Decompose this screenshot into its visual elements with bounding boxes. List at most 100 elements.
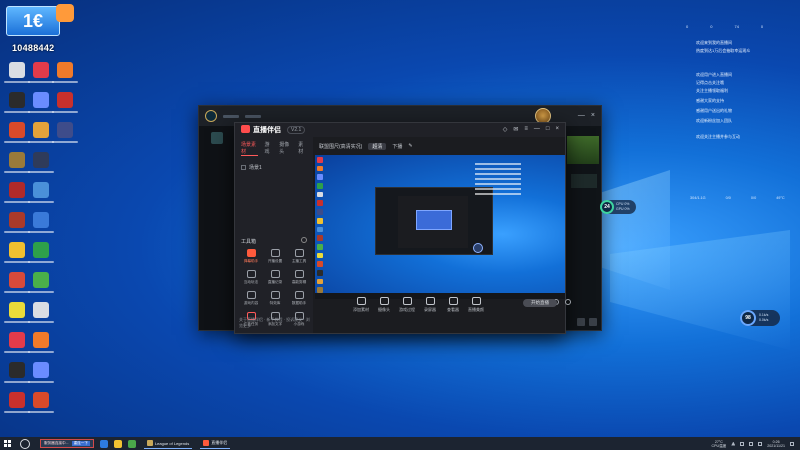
taskbar-app-stream[interactable]: 直播伴侣 [200, 438, 231, 449]
desktop-app-icon[interactable] [28, 212, 54, 236]
tray-temperature[interactable]: 27°C CPU温度 [711, 440, 726, 448]
bottom-icon[interactable] [577, 318, 585, 326]
action-button[interactable]: 录屏器 [422, 297, 438, 313]
network-gauge[interactable]: 98 0.1k/s 0.0k/s [740, 310, 780, 326]
gear-icon[interactable] [301, 237, 307, 243]
taskbar-app-lol[interactable]: League of Legends [143, 438, 193, 449]
desktop-app-icon[interactable] [28, 92, 54, 116]
minimize-icon[interactable]: — [534, 126, 540, 133]
scene-checkbox[interactable] [241, 165, 246, 170]
desktop-app-icon[interactable] [52, 62, 78, 86]
maximize-icon[interactable]: □ [546, 126, 550, 133]
minimize-icon[interactable]: — [578, 112, 585, 119]
toolbox-item[interactable]: 主播工具 [287, 249, 311, 264]
desktop-app-icon[interactable] [4, 362, 30, 386]
tray-expand-icon[interactable] [731, 441, 736, 446]
desktop-app-icon[interactable] [4, 182, 30, 206]
toolbox-item[interactable]: 直播记录 [263, 270, 287, 285]
map-thumbnail[interactable] [567, 136, 599, 164]
desktop-app-icon[interactable] [28, 242, 54, 266]
notification-icon[interactable] [790, 441, 794, 446]
stream-preview[interactable] [315, 155, 565, 299]
desktop-app-icon[interactable] [28, 332, 54, 356]
stop-stream-link[interactable]: 下播 [392, 143, 402, 150]
toolbox-item[interactable]: 弹幕助手 [239, 249, 263, 264]
desktop-app-icon[interactable] [4, 212, 30, 236]
desktop-app-icon[interactable] [28, 62, 54, 86]
toolbox-item[interactable]: 互动玩法 [239, 270, 263, 285]
tab-material[interactable]: 素材 [298, 141, 307, 156]
close-icon[interactable]: × [591, 112, 595, 119]
toolbox-item[interactable]: 开播设置 [263, 249, 287, 264]
settings-icon[interactable] [565, 299, 571, 305]
desktop-app-icon[interactable] [4, 332, 30, 356]
scene-label: 场景1 [249, 165, 262, 171]
network-icon[interactable] [740, 441, 745, 446]
desktop-app-icon[interactable] [28, 392, 54, 416]
chrome-icon[interactable] [127, 439, 136, 448]
desktop-app-icon[interactable] [4, 152, 30, 176]
tab-game[interactable]: 游戏 [264, 141, 273, 156]
desktop-app-icon[interactable] [4, 242, 30, 266]
scene-item[interactable]: 场景1 [241, 164, 307, 171]
network-gauge-text: 0.1k/s 0.0k/s [759, 313, 768, 323]
rail-icon[interactable] [211, 132, 223, 144]
chat-panel[interactable] [571, 174, 597, 188]
desktop-app-icon[interactable] [4, 62, 30, 86]
desktop-app-icon[interactable] [4, 392, 30, 416]
desktop-app-icon[interactable] [28, 152, 54, 176]
toolbox-item[interactable]: 数据助手 [287, 291, 311, 306]
toolbox-item[interactable]: 特效库 [263, 291, 287, 306]
tab-camera[interactable]: 摄像头 [279, 141, 292, 156]
edit-icon[interactable]: ✎ [408, 143, 412, 149]
quality-select[interactable]: 超清 [368, 142, 387, 150]
preview-overlay-text [475, 163, 521, 213]
volume-icon[interactable] [749, 441, 754, 446]
nav-bar[interactable] [223, 114, 239, 118]
bottom-icon[interactable] [589, 318, 597, 326]
reconnect-button[interactable]: 重连一下 [71, 441, 90, 446]
tool-label: 互动玩法 [243, 280, 259, 284]
nav-bar[interactable] [245, 114, 261, 118]
taskbar-notification[interactable]: 服务器连接中... 重连一下 [40, 439, 94, 448]
tool-icon [270, 249, 280, 257]
folder-icon[interactable] [113, 439, 122, 448]
edge-icon[interactable] [99, 439, 108, 448]
action-button[interactable]: 添加素材 [353, 297, 369, 313]
system-stats-row: 304/1.1G 0/0 0/0 49°C [690, 196, 785, 200]
menu-icon[interactable]: ≡ [524, 126, 528, 133]
mail-icon[interactable]: ✉ [513, 126, 518, 133]
desktop-app-icon[interactable] [52, 92, 78, 116]
desktop-app-icon[interactable] [28, 302, 54, 326]
ime-icon[interactable] [758, 441, 763, 446]
search-icon[interactable] [20, 438, 30, 449]
stream-title[interactable]: 联盟围尺(高清实况) [319, 143, 362, 150]
start-button[interactable] [0, 437, 14, 450]
action-button[interactable]: 查看器 [445, 297, 461, 313]
lol-icon [146, 440, 153, 446]
cpu-gauge[interactable]: 24 CPU 0% GPU 0% [600, 200, 636, 214]
clock[interactable]: 0:26 2021/11/21 [767, 440, 785, 448]
desktop-app-icon[interactable] [28, 272, 54, 296]
action-button[interactable]: 游戏过程 [399, 297, 415, 313]
desktop-app-icon[interactable] [4, 92, 30, 116]
desktop-app-icon[interactable] [28, 122, 54, 146]
overlay-line: 欢迎关注主播并参与互动 [696, 134, 740, 139]
desktop-app-icon[interactable] [4, 122, 30, 146]
toolbox-item[interactable]: 高能剪辑 [287, 270, 311, 285]
tool-icon [270, 291, 280, 299]
tool-window-controls: ◇ ✉ ≡ — □ × [503, 126, 559, 133]
desktop-app-icon[interactable] [52, 122, 78, 146]
stream-tool-window[interactable]: 直播伴侣 V2.1 ◇ ✉ ≡ — □ × 场景素材 游戏 摄像头 素材 场景1… [234, 122, 571, 334]
action-button[interactable]: 直播美颜 [468, 297, 484, 313]
close-icon[interactable]: × [555, 126, 559, 133]
desktop-app-icon[interactable] [28, 362, 54, 386]
desktop-app-icon[interactable] [28, 182, 54, 206]
action-button[interactable]: 摄像头 [376, 297, 392, 313]
toolbox-item[interactable]: 游戏内容 [239, 291, 263, 306]
desktop-app-icon[interactable] [4, 272, 30, 296]
desktop-app-icon[interactable] [4, 302, 30, 326]
tab-scene[interactable]: 场景素材 [241, 141, 259, 156]
start-live-button[interactable]: 开始直播 [523, 299, 557, 307]
shirt-icon[interactable]: ◇ [503, 126, 508, 133]
